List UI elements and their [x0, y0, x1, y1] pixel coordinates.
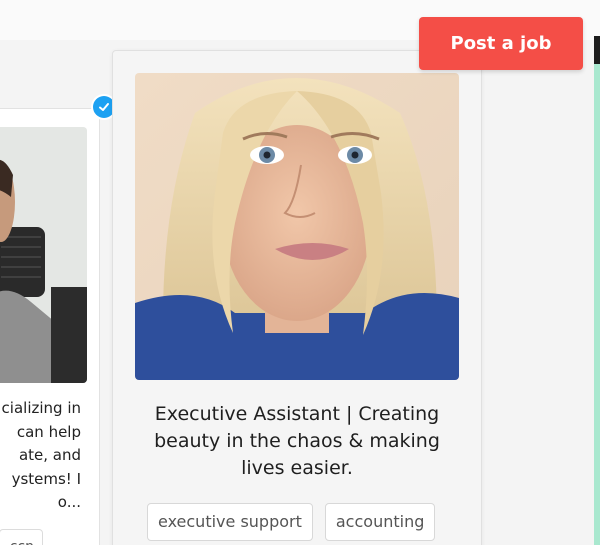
page: cializing in can help ate, and ystems! I… — [0, 0, 600, 545]
skill-tag-accounting[interactable]: accounting — [324, 503, 436, 541]
profile-card-main[interactable]: Executive Assistant | Creating beauty in… — [112, 50, 482, 545]
profile-card-left[interactable]: cializing in can help ate, and ystems! I… — [0, 108, 100, 545]
profile-photo-left — [0, 127, 87, 383]
profile-photo-left-image — [0, 127, 87, 383]
skill-tag-executive-support[interactable]: executive support — [147, 503, 313, 541]
skill-tags: executive support accounting — [147, 503, 436, 541]
profile-bio-left: cializing in can help ate, and ystems! I… — [1, 399, 81, 511]
check-icon — [99, 103, 109, 111]
post-job-button[interactable]: Post a job — [419, 17, 583, 70]
profile-headline: Executive Assistant | Creating beauty in… — [154, 403, 440, 479]
profile-photo-main-image — [135, 73, 459, 380]
skill-tag-left[interactable]: ccn — [0, 529, 43, 545]
edge-mint-strip — [594, 64, 600, 545]
profile-photo-main — [135, 73, 459, 380]
edge-dark-strip — [594, 36, 600, 66]
